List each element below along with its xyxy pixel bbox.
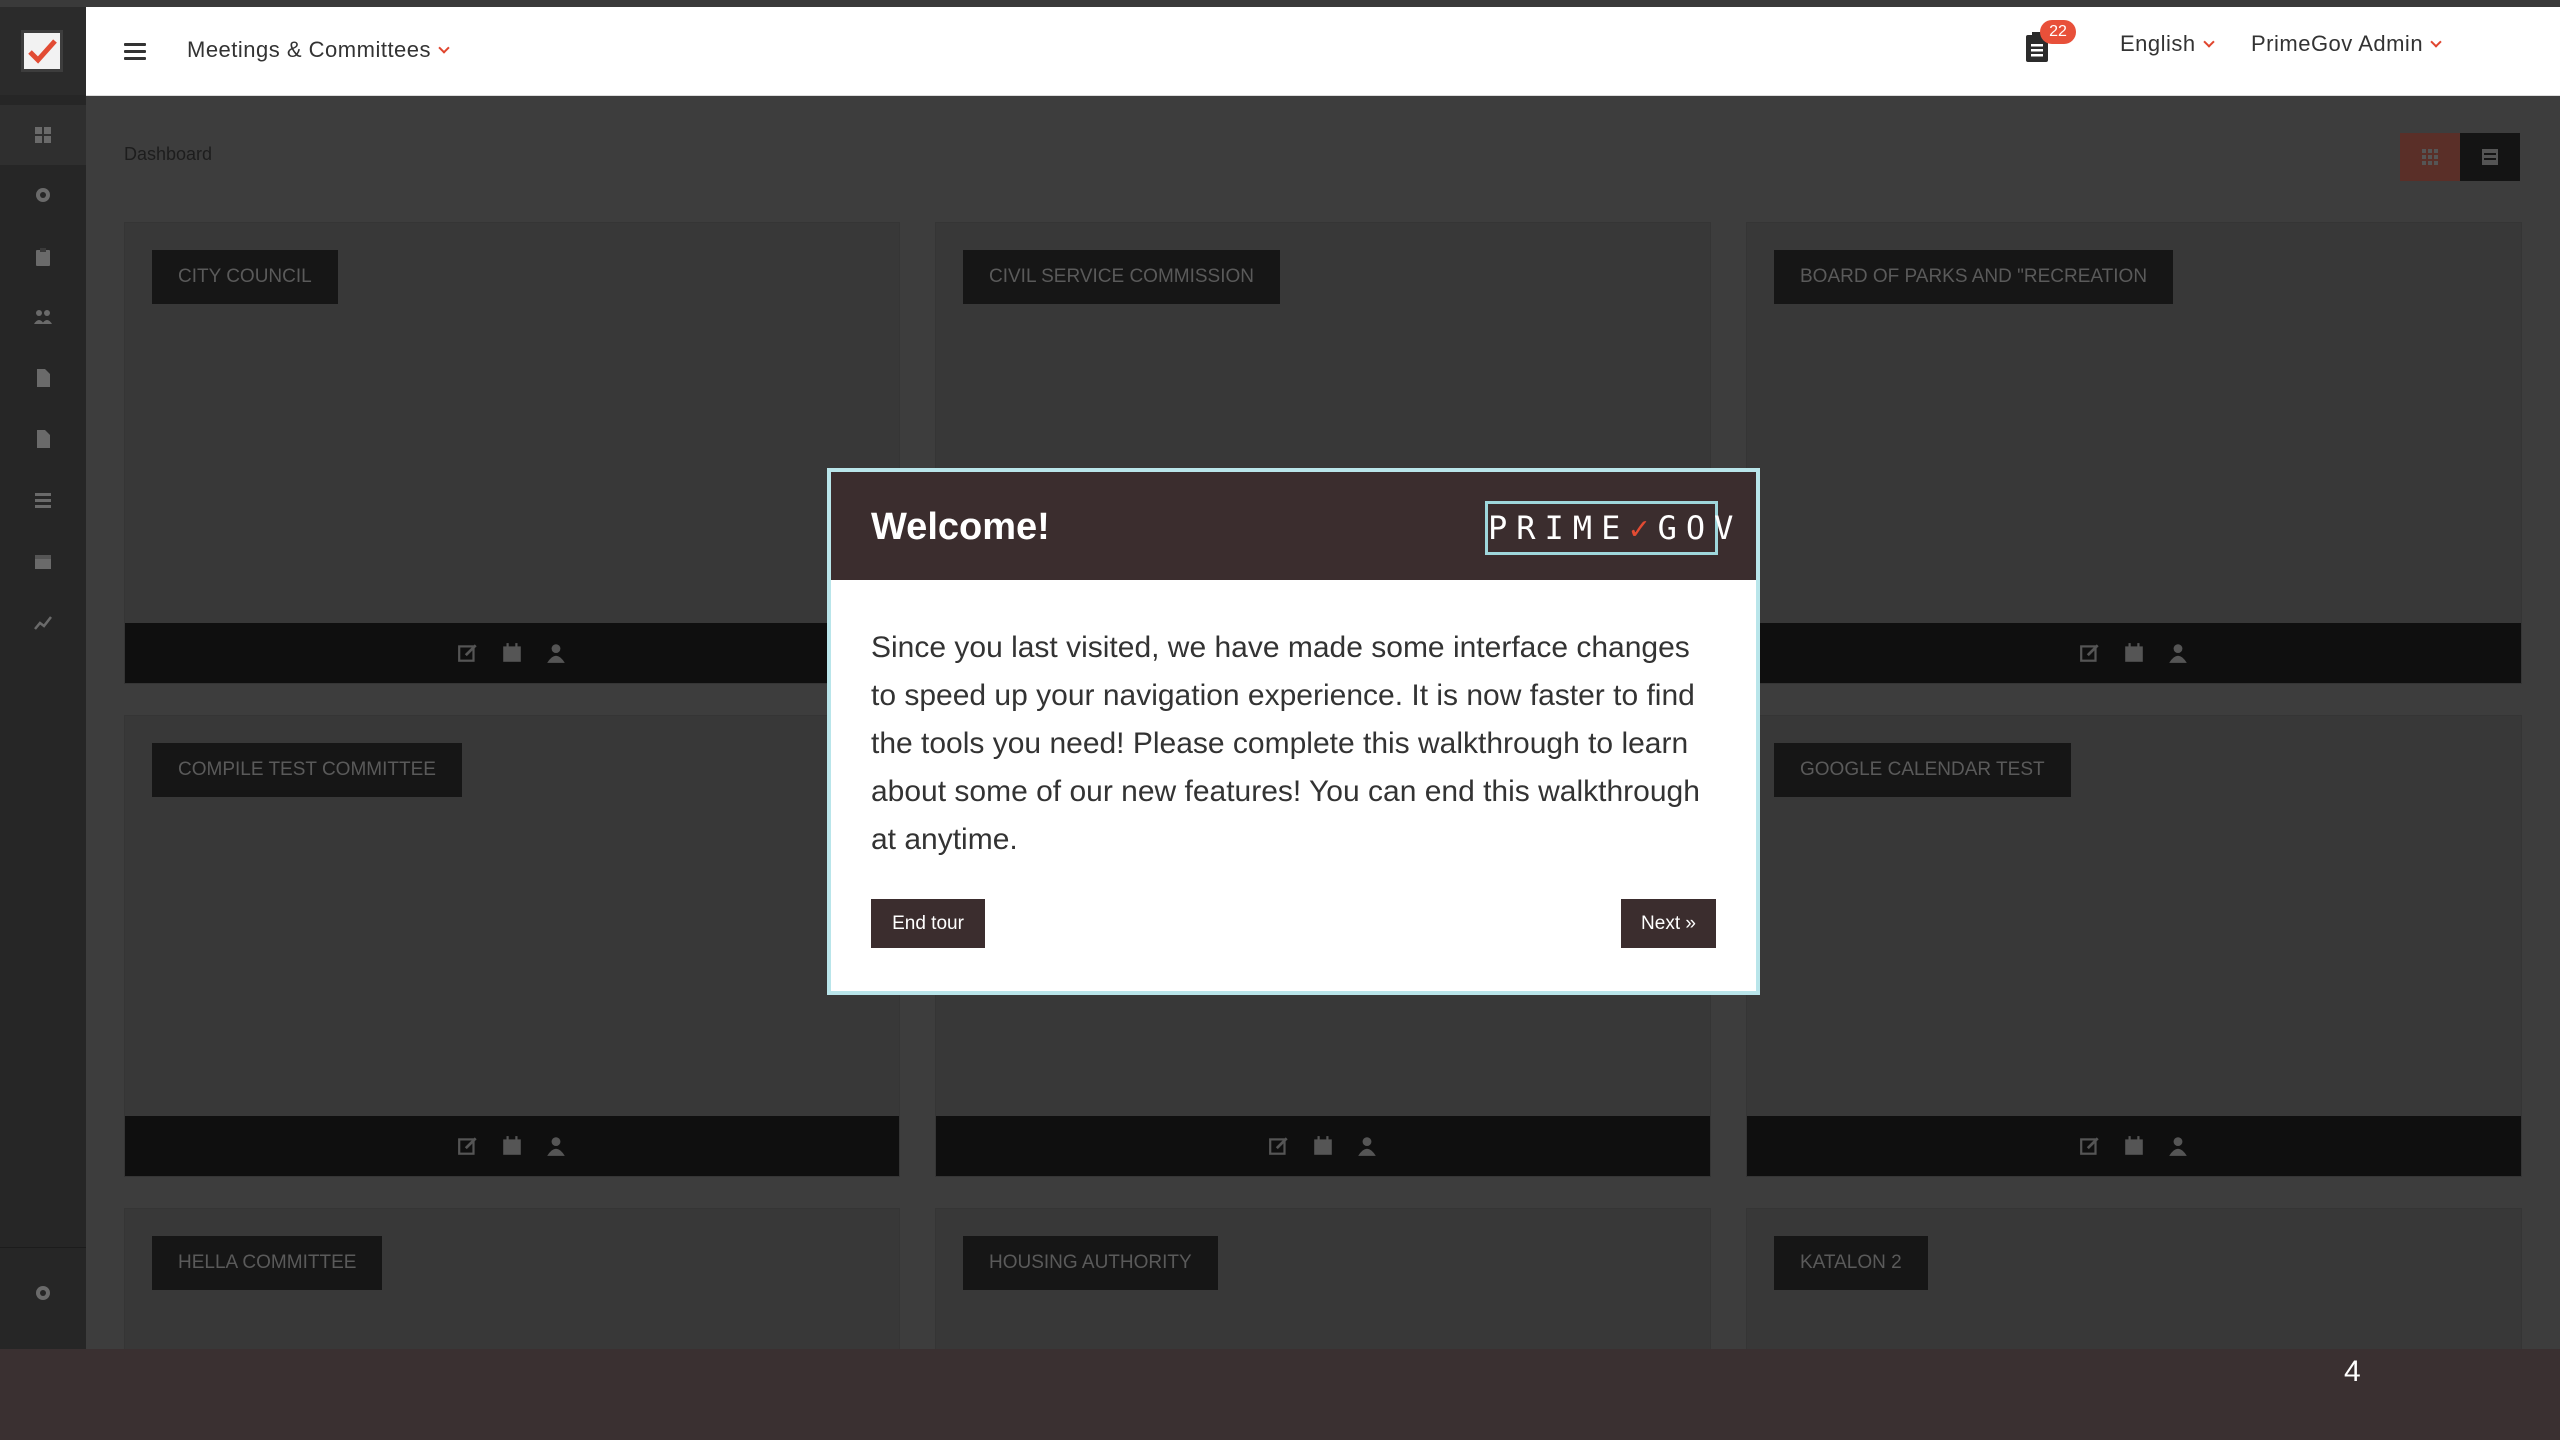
sidebar-item-users[interactable] [0,287,86,347]
top-strip [0,0,2560,7]
module-selector[interactable]: Meetings & Committees [187,37,450,63]
committee-card[interactable]: CITY COUNCIL [124,222,900,684]
list-icon [35,493,51,508]
language-label: English [2120,31,2196,56]
clipboard-icon [36,248,50,266]
calendar-icon [35,555,51,569]
hamburger-menu-icon[interactable] [124,43,146,61]
modal-header: Welcome! PRIME✓GOV [831,472,1756,580]
user-icon[interactable] [545,642,567,664]
card-actions [125,623,899,683]
committee-card[interactable]: COMPILE TEST COMMITTEE [124,715,900,1177]
committee-card[interactable]: GOOGLE CALENDAR TEST [1746,715,2522,1177]
committee-label[interactable]: CITY COUNCIL [152,250,338,304]
language-selector[interactable]: English [2120,31,2215,57]
calendar-icon[interactable] [501,1135,523,1157]
edit-icon[interactable] [1268,1135,1290,1157]
gear-icon [36,188,50,202]
sidebar-footer [0,1247,86,1347]
committee-label[interactable]: GOOGLE CALENDAR TEST [1774,743,2071,797]
notification-badge: 22 [2040,20,2076,44]
user-menu[interactable]: PrimeGov Admin [2251,31,2442,57]
edit-icon[interactable] [457,1135,479,1157]
next-button[interactable]: Next » [1621,899,1716,948]
chevron-down-icon [438,41,450,54]
card-actions [125,1116,899,1176]
settings-icon [36,1286,50,1300]
view-toggle [2400,133,2520,181]
edit-icon[interactable] [457,642,479,664]
committee-label[interactable]: BOARD OF PARKS AND "RECREATION [1774,250,2174,304]
committee-card[interactable]: HOUSING AUTHORITY [935,1208,1711,1349]
checkmark-logo-icon [21,30,63,72]
edit-icon[interactable] [2079,642,2101,664]
user-icon[interactable] [2167,1135,2189,1157]
sidebar-item-settings[interactable] [0,165,86,225]
primegov-logo: PRIME✓GOV [1485,501,1733,555]
table-icon [2482,149,2498,165]
module-title: Meetings & Committees [187,37,432,62]
calendar-icon[interactable] [501,642,523,664]
sidebar-item-calendar[interactable] [0,531,86,591]
card-actions [1747,623,2521,683]
card-actions [936,1116,1710,1176]
calendar-icon[interactable] [1312,1135,1334,1157]
grid-icon [2422,149,2438,165]
modal-body-text: Since you last visited, we have made som… [871,631,1700,856]
card-actions [1747,1116,2521,1176]
sidebar-item-list[interactable] [0,470,86,530]
users-icon [34,310,52,324]
page-number: 4 [2344,1355,2361,1388]
committee-label[interactable]: KATALON 2 [1774,1236,1928,1290]
committee-label[interactable]: CIVIL SERVICE COMMISSION [963,250,1280,304]
sidebar [0,7,86,1349]
user-name: PrimeGov Admin [2251,31,2424,56]
sidebar-item-agendas[interactable] [0,227,86,287]
file-icon [37,430,50,448]
sidebar-item-reports[interactable] [0,592,86,652]
user-icon[interactable] [545,1135,567,1157]
committee-card[interactable]: KATALON 2 [1746,1208,2522,1349]
bottom-bar [0,1349,2560,1440]
sidebar-item-documents[interactable] [0,348,86,408]
committee-card[interactable]: HELLA COMMITTEE [124,1208,900,1349]
end-tour-button[interactable]: End tour [871,899,985,948]
user-icon[interactable] [1356,1135,1378,1157]
welcome-tour-modal: Welcome! PRIME✓GOV Since you last visite… [827,468,1760,995]
committee-label[interactable]: COMPILE TEST COMMITTEE [152,743,462,797]
app-logo[interactable] [0,7,86,95]
edit-icon[interactable] [2079,1135,2101,1157]
committee-card[interactable]: BOARD OF PARKS AND "RECREATION [1746,222,2522,684]
document-icon [37,369,50,387]
committee-label[interactable]: HOUSING AUTHORITY [963,1236,1218,1290]
dashboard-icon [35,127,51,143]
calendar-icon[interactable] [2123,642,2145,664]
breadcrumb[interactable]: Dashboard [124,144,212,165]
calendar-icon[interactable] [2123,1135,2145,1157]
user-icon[interactable] [2167,642,2189,664]
sidebar-item-admin-settings[interactable] [0,1263,86,1323]
committee-label[interactable]: HELLA COMMITTEE [152,1236,383,1290]
modal-title: Welcome! [871,506,1050,548]
chevron-down-icon [2430,35,2442,48]
sidebar-item-dashboard[interactable] [0,105,86,165]
chevron-down-icon [2202,35,2215,48]
grid-view-button[interactable] [2400,133,2460,181]
sidebar-item-files[interactable] [0,409,86,469]
chart-icon [34,616,52,630]
list-view-button[interactable] [2460,133,2520,181]
